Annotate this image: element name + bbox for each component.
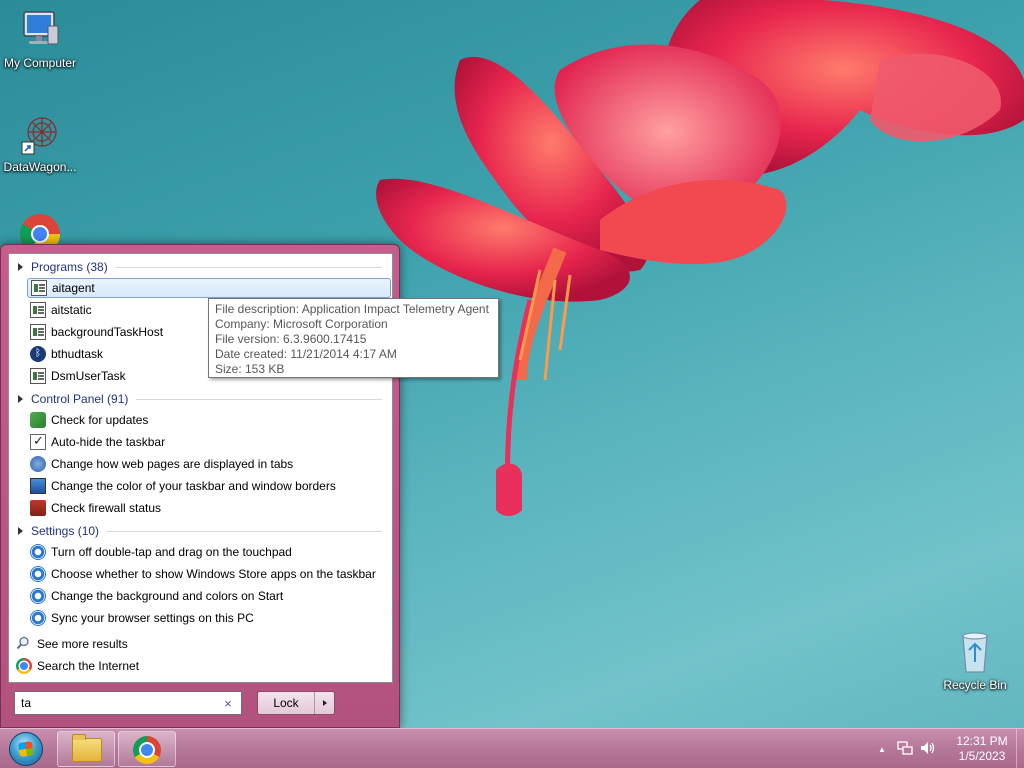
clear-search-icon[interactable]: × [221,696,235,711]
result-item-label: Change the background and colors on Star… [51,589,284,603]
result-item-label: Check firewall status [51,501,162,515]
desktop-icon-my-computer[interactable]: My Computer [0,8,80,70]
chrome-icon [133,736,161,764]
see-more-label: See more results [37,637,128,651]
windows-logo-icon [9,732,43,766]
personalization-icon [30,478,46,494]
show-hidden-icons-button[interactable]: ▲ [875,745,889,754]
result-item-label: Change how web pages are displayed in ta… [51,457,294,471]
power-options-arrow-icon[interactable] [314,692,334,714]
file-explorer-icon [72,734,102,762]
taskbar-file-explorer[interactable] [57,731,115,767]
gear-icon [30,610,46,626]
divider [115,266,382,268]
bluetooth-icon: ᛒ [30,346,46,362]
result-item-taskbar-color[interactable]: Change the color of your taskbar and win… [27,476,391,496]
start-button[interactable] [6,731,46,767]
group-header-control-panel[interactable]: Control Panel (91) [18,390,382,408]
network-icon[interactable] [897,740,913,759]
result-item-label: bthudtask [51,347,104,361]
result-item-label: Auto-hide the taskbar [51,435,166,449]
app-icon [31,280,47,296]
result-item-auto-hide-taskbar[interactable]: Auto-hide the taskbar [27,432,391,452]
recycle-bin-icon [953,630,997,674]
result-item-label: backgroundTaskHost [51,325,164,339]
gear-icon [30,566,46,582]
desktop-icon-label: DataWagon... [3,160,77,174]
windows-update-icon [30,412,46,428]
result-item-sync-browser[interactable]: Sync your browser settings on this PC [27,608,391,628]
desktop-icon-label: My Computer [3,56,77,70]
result-item-label: Check for updates [51,413,149,427]
result-item-background-colors-start[interactable]: Change the background and colors on Star… [27,586,391,606]
datawagon-icon [18,112,62,156]
lock-button-label: Lock [273,696,299,710]
search-internet-label: Search the Internet [37,659,140,673]
search-internet-link[interactable]: Search the Internet [13,656,377,676]
tooltip-size: Size: 153 KB [215,362,285,376]
group-header-label: Control Panel (91) [31,392,129,406]
expand-triangle-icon [18,527,23,535]
tooltip-version: File version: 6.3.9600.17415 [215,332,367,346]
show-desktop-button[interactable] [1016,729,1024,768]
result-item-firewall-status[interactable]: Check firewall status [27,498,391,518]
desktop-icon-label: Recycle Bin [943,678,1007,692]
result-item-double-tap-touchpad[interactable]: Turn off double-tap and drag on the touc… [27,542,391,562]
tooltip-date-created: Date created: 11/21/2014 4:17 AM [215,347,397,361]
gear-icon [30,544,46,560]
result-item-store-apps-taskbar[interactable]: Choose whether to show Windows Store app… [27,564,391,584]
group-header-programs[interactable]: Programs (38) [18,258,382,276]
desktop-icon-recycle-bin[interactable]: Recycle Bin [935,630,1015,692]
group-header-label: Programs (38) [31,260,108,274]
tooltip-company: Company: Microsoft Corporation [215,317,388,331]
tooltip-description: File description: Application Impact Tel… [215,302,489,316]
clock-date: 1/5/2023 [958,749,1006,763]
app-icon [30,324,46,340]
result-item-label: Turn off double-tap and drag on the touc… [51,545,292,559]
file-info-tooltip: File description: Application Impact Tel… [208,298,499,378]
gear-icon [30,588,46,604]
taskbar: ▲ 12:31 PM 1/5/2023 [0,728,1024,768]
result-item-label: Choose whether to show Windows Store app… [51,567,376,581]
group-header-settings[interactable]: Settings (10) [18,522,382,540]
see-more-results-link[interactable]: See more results [13,634,377,654]
lock-button[interactable]: Lock [257,691,335,715]
search-icon [16,636,32,652]
app-icon [30,302,46,318]
monitor-icon [18,8,62,52]
result-item-check-for-updates[interactable]: Check for updates [27,410,391,430]
notification-area: ▲ [875,729,937,768]
system-clock[interactable]: 12:31 PM 1/5/2023 [948,734,1016,764]
firewall-icon [30,500,46,516]
search-input[interactable] [21,696,221,710]
result-item-label: DsmUserTask [51,369,126,383]
taskbar-icon [30,433,46,450]
result-item-label: aitstatic [51,303,92,317]
volume-icon[interactable] [919,740,937,759]
result-item-aitagent[interactable]: aitagent [27,278,391,298]
desktop-icon-datawagon[interactable]: DataWagon... [0,112,80,174]
clock-time: 12:31 PM [956,734,1008,748]
result-item-label: aitagent [52,281,95,295]
result-item-web-pages-tabs[interactable]: Change how web pages are displayed in ta… [27,454,391,474]
result-item-label: Sync your browser settings on this PC [51,611,254,625]
divider [136,398,382,400]
expand-triangle-icon [18,395,23,403]
taskbar-chrome[interactable] [118,731,176,767]
start-search-box[interactable]: × [14,691,242,715]
divider [107,530,382,532]
result-item-label: Change the color of your taskbar and win… [51,479,336,493]
expand-triangle-icon [18,263,23,271]
chrome-icon [16,658,32,674]
group-header-label: Settings (10) [31,524,100,538]
app-icon [30,368,46,384]
internet-options-icon [30,456,46,472]
